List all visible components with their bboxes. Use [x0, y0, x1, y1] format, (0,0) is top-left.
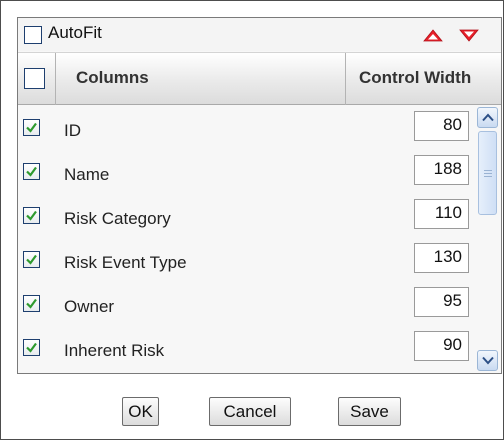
- table-row: ID 80: [18, 105, 501, 149]
- column-checkbox[interactable]: [23, 339, 40, 356]
- scroll-up-button[interactable]: [477, 107, 498, 128]
- column-checkbox[interactable]: [23, 163, 40, 180]
- save-button[interactable]: Save: [338, 397, 401, 426]
- control-width-input[interactable]: 130: [414, 243, 469, 273]
- table-row: Inherent Risk 90: [18, 325, 501, 369]
- triangle-down-icon[interactable]: [459, 29, 479, 42]
- grip-line: [484, 173, 492, 174]
- column-list: ID 80 Name 188 Risk Category 110 Risk Ev…: [18, 105, 501, 373]
- table-row: Name 188: [18, 149, 501, 193]
- columns-header[interactable]: Columns: [76, 68, 149, 88]
- check-icon: [26, 122, 37, 133]
- autofit-row: AutoFit: [18, 18, 501, 51]
- column-checkbox[interactable]: [23, 207, 40, 224]
- header-divider: [55, 53, 56, 105]
- control-width-input[interactable]: 80: [414, 111, 469, 141]
- scroll-thumb[interactable]: [478, 131, 497, 215]
- grip-line: [484, 176, 492, 177]
- column-name: ID: [64, 121, 81, 140]
- table-row: Risk Category 110: [18, 193, 501, 237]
- select-all-checkbox[interactable]: [24, 68, 45, 89]
- chevron-up-icon: [482, 113, 494, 122]
- column-checkbox[interactable]: [23, 119, 40, 136]
- table-row: Risk Event Type 130: [18, 237, 501, 281]
- chevron-down-icon: [482, 356, 494, 365]
- column-checkbox[interactable]: [23, 295, 40, 312]
- column-name: Owner: [64, 297, 115, 316]
- check-icon: [26, 210, 37, 221]
- triangle-up-icon[interactable]: [423, 29, 443, 42]
- control-width-header[interactable]: Control Width: [359, 68, 471, 88]
- control-width-input[interactable]: 90: [414, 331, 469, 361]
- check-icon: [26, 166, 37, 177]
- header-divider: [345, 53, 346, 105]
- scroll-down-button[interactable]: [477, 350, 498, 371]
- check-icon: [26, 254, 37, 265]
- column-settings-dialog: AutoFit Columns Control Width ID 80 Name…: [0, 0, 504, 440]
- column-name: Inherent Risk: [64, 341, 165, 360]
- autofit-label: AutoFit: [48, 23, 102, 42]
- column-name: Name: [64, 165, 110, 184]
- autofit-checkbox[interactable]: [24, 26, 42, 44]
- grid-header: Columns Control Width: [18, 52, 501, 105]
- columns-panel: AutoFit Columns Control Width ID 80 Name…: [17, 17, 502, 374]
- control-width-input[interactable]: 95: [414, 287, 469, 317]
- column-name: Risk Event Type: [64, 253, 187, 272]
- table-row: Owner 95: [18, 281, 501, 325]
- grip-line: [484, 170, 492, 171]
- vertical-scrollbar[interactable]: [477, 105, 498, 373]
- ok-button[interactable]: OK: [122, 397, 159, 426]
- check-icon: [26, 342, 37, 353]
- column-checkbox[interactable]: [23, 251, 40, 268]
- column-name: Risk Category: [64, 209, 171, 228]
- cancel-button[interactable]: Cancel: [209, 397, 291, 426]
- check-icon: [26, 298, 37, 309]
- control-width-input[interactable]: 110: [414, 199, 469, 229]
- control-width-input[interactable]: 188: [414, 155, 469, 185]
